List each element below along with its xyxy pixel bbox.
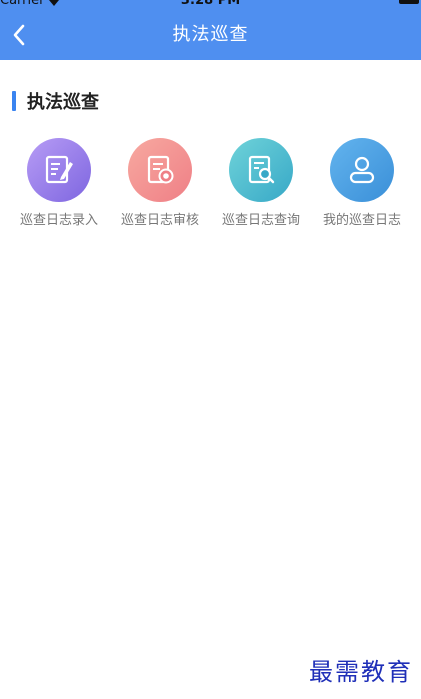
grid-item-log-entry[interactable]: 巡查日志录入 — [9, 138, 109, 228]
search-document-icon — [248, 155, 275, 184]
grid-label-my-logs: 我的巡查日志 — [322, 213, 401, 228]
user-icon — [349, 156, 375, 184]
grid-label-log-review: 巡查日志审核 — [120, 213, 199, 228]
review-document-icon — [147, 155, 174, 184]
battery-icon — [399, 0, 419, 4]
section-title: 执法巡查 — [27, 92, 99, 113]
grid-label-log-entry: 巡查日志录入 — [19, 213, 98, 228]
my-logs-icon-circle — [330, 138, 394, 202]
section-accent-bar — [12, 91, 16, 111]
status-bar: Carrier 3:28 PM — [0, 0, 421, 10]
page-title: 执法巡查 — [172, 24, 249, 45]
action-grid: 巡查日志录入 巡查日志审核 巡查日志查询 我的巡查日志 — [0, 138, 421, 238]
grid-item-my-logs[interactable]: 我的巡查日志 — [312, 138, 412, 228]
watermark: 最需教育 — [309, 658, 413, 686]
log-entry-icon-circle — [27, 138, 91, 202]
grid-item-log-review[interactable]: 巡查日志审核 — [110, 138, 210, 228]
log-review-icon-circle — [128, 138, 192, 202]
grid-item-log-query[interactable]: 巡查日志查询 — [211, 138, 311, 228]
chevron-left-icon — [13, 24, 25, 46]
status-time: 3:28 PM — [180, 0, 241, 8]
section-header: 执法巡查 — [12, 90, 99, 113]
edit-document-icon — [45, 155, 73, 184]
log-query-icon-circle — [229, 138, 293, 202]
grid-label-log-query: 巡查日志查询 — [221, 213, 300, 228]
back-button[interactable] — [6, 20, 32, 50]
nav-bar: 执法巡查 — [0, 10, 421, 60]
